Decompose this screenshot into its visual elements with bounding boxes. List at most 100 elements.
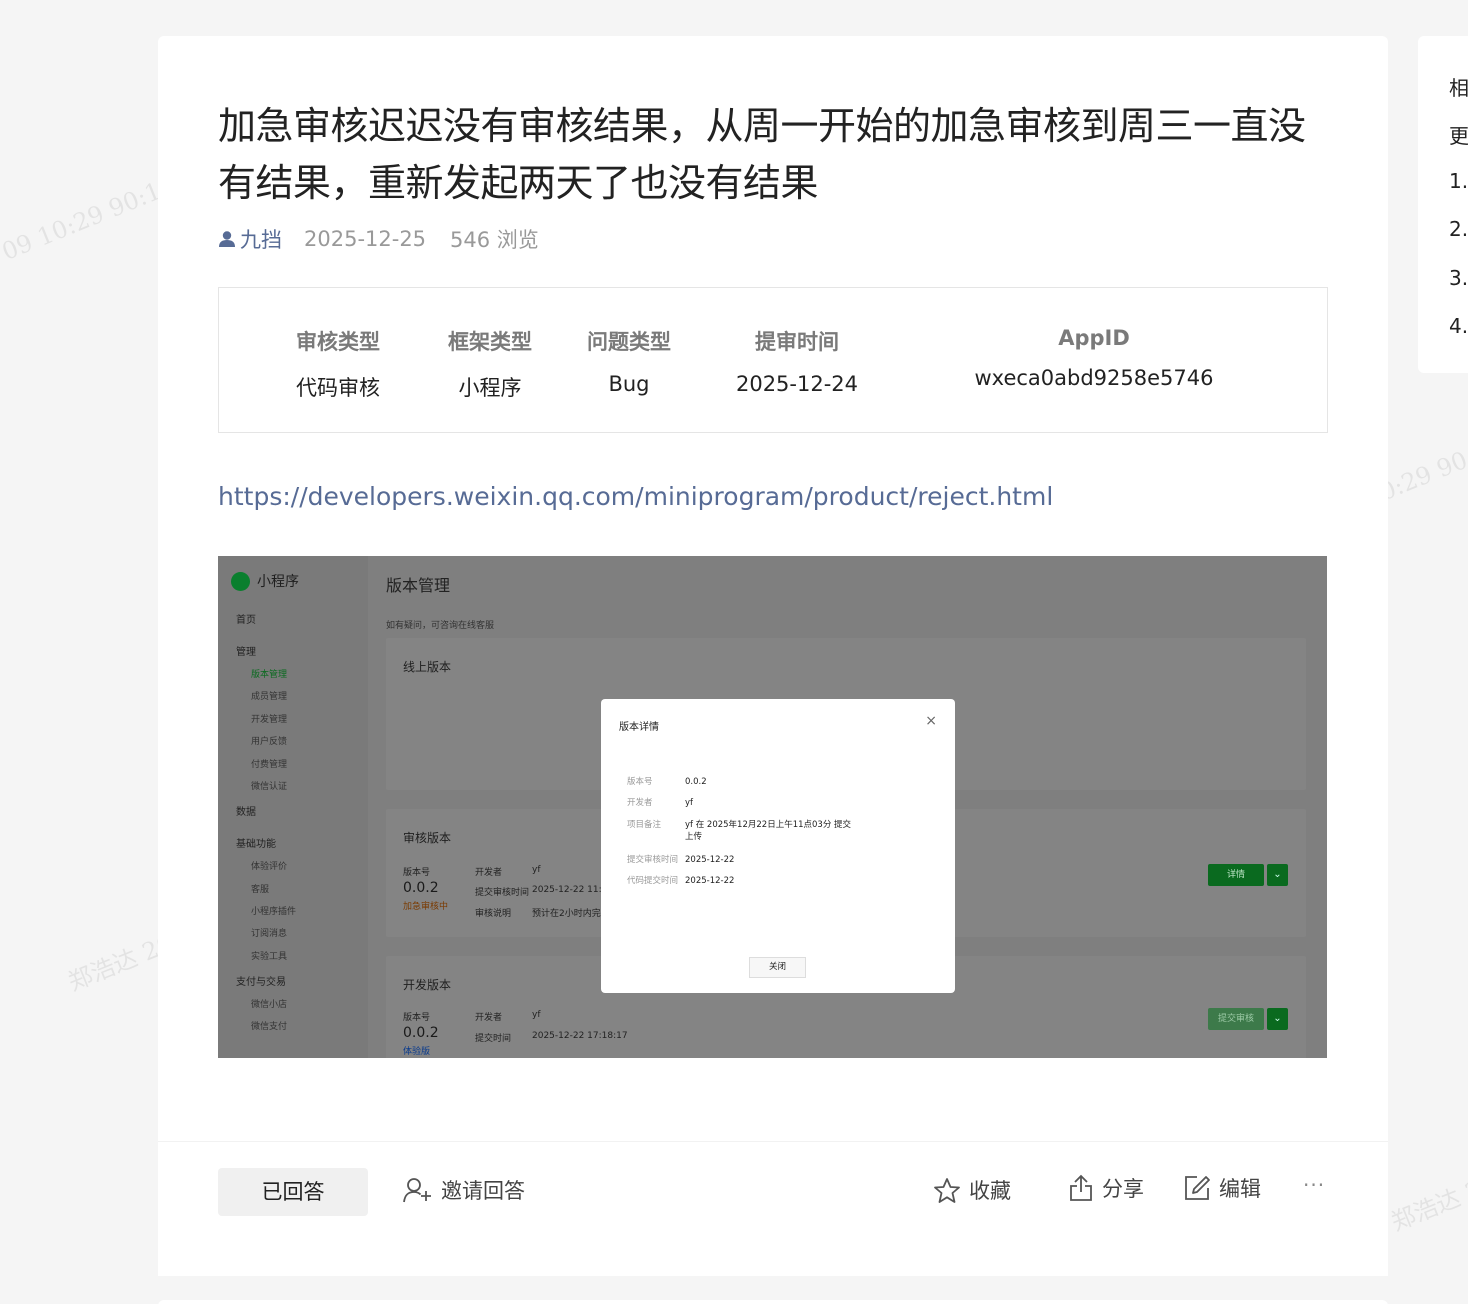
review-label: 审核说明 — [475, 909, 512, 919]
favorite-button[interactable]: 收藏 — [933, 1175, 1011, 1205]
author-name: 九挡 — [240, 228, 282, 252]
panel-title: 线上版本 — [403, 660, 452, 674]
nav-wechat-pay: 微信支付 — [251, 1022, 288, 1032]
view-count: 546 浏览 — [450, 228, 539, 252]
dialog-row: 项目备注 yf 在 2025年12月22日上午11点03分 提交上传 — [627, 820, 852, 842]
info-value: 2025-12-24 — [735, 372, 859, 396]
version-label: 版本号 — [403, 868, 431, 878]
info-value: 小程序 — [458, 376, 522, 400]
miniprogram-logo-icon — [231, 571, 250, 591]
dialog-title: 版本详情 — [619, 722, 659, 733]
info-col-framework: 框架类型 小程序 — [425, 326, 555, 402]
info-col-appid: AppID wxeca0abd9258e5746 — [939, 326, 1249, 390]
submit-review-button: 提交审核 — [1208, 1008, 1264, 1030]
nav-experience-eval: 体验评价 — [251, 862, 288, 872]
version-label: 版本号 — [403, 1013, 431, 1023]
version-detail-dialog: 版本详情 × 版本号 0.0.2 开发者 yf 项目备注 yf 在 2025年12月2… — [601, 699, 955, 993]
screenshot-page-title: 版本管理 — [386, 576, 451, 595]
nav-dev-manage: 开发管理 — [251, 715, 288, 725]
nav-home: 首页 — [236, 615, 256, 626]
chevron-down-icon: ⌄ — [1267, 1008, 1288, 1030]
related-heading: 相 — [1449, 76, 1468, 100]
version-number: 0.0.2 — [403, 1025, 439, 1041]
panel-title: 开发版本 — [403, 978, 452, 992]
add-user-icon — [403, 1178, 431, 1203]
dialog-row: 代码提交时间 2025-12-22 — [627, 876, 735, 886]
panel-title: 审核版本 — [403, 831, 452, 845]
status-badge: 加急审核中 — [403, 902, 449, 912]
info-value: 代码审核 — [296, 376, 380, 400]
nav-pay-trade: 支付与交易 — [236, 977, 286, 988]
nav-subscribe: 订阅消息 — [251, 929, 288, 939]
detail-button: 详情 — [1208, 864, 1264, 886]
nav-wechat-verify: 微信认证 — [251, 782, 288, 792]
status-badge: 体验版 — [403, 1047, 431, 1057]
attached-screenshot[interactable]: 小程序 首页 管理 版本管理 成员管理 开发管理 用户反馈 付费管理 微信认证 … — [218, 556, 1327, 1058]
dialog-row: 开发者 yf — [627, 798, 694, 808]
edit-label: 编辑 — [1219, 1177, 1261, 1201]
nav-basic: 基础功能 — [236, 839, 276, 850]
dialog-row: 提交审核时间 2025-12-22 — [627, 855, 735, 865]
info-value: Bug — [608, 372, 650, 396]
related-card: 相 更 1. 2. 3. 4. — [1418, 36, 1468, 373]
info-col-submit-time: 提审时间 2025-12-24 — [717, 326, 877, 396]
share-button[interactable]: 分享 — [1068, 1173, 1144, 1203]
related-more[interactable]: 更 — [1449, 120, 1468, 149]
share-label: 分享 — [1102, 1177, 1144, 1201]
nav-version-manage: 版本管理 — [251, 670, 288, 680]
info-header: 提审时间 — [755, 330, 839, 354]
invite-answer-button[interactable]: 邀请回答 — [403, 1175, 525, 1205]
dev-label: 开发者 — [475, 1013, 503, 1023]
question-card: 加急审核迟迟没有审核结果，从周一开始的加急审核到周三一直没有结果，重新发起两天了… — [158, 36, 1388, 1276]
nav-manage: 管理 — [236, 647, 256, 658]
author-link[interactable]: 九挡 — [218, 224, 282, 254]
nav-payment-manage: 付费管理 — [251, 760, 288, 770]
related-item[interactable]: 2. — [1449, 217, 1468, 241]
review-note: 预计在2小时内完成 — [532, 909, 610, 919]
invite-label: 邀请回答 — [441, 1179, 525, 1203]
info-header: AppID — [1058, 326, 1130, 350]
nav-wechat-shop: 微信小店 — [251, 1000, 288, 1010]
favorite-label: 收藏 — [969, 1179, 1011, 1203]
more-icon[interactable]: ··· — [1303, 1173, 1325, 1197]
related-item[interactable]: 1. — [1449, 169, 1468, 193]
answered-button[interactable]: 已回答 — [218, 1168, 368, 1216]
submit-label: 提交审核时间 — [475, 888, 530, 898]
user-icon — [219, 231, 235, 247]
edit-button[interactable]: 编辑 — [1183, 1173, 1261, 1203]
info-col-issue-type: 问题类型 Bug — [569, 326, 689, 396]
info-header: 问题类型 — [587, 330, 671, 354]
nav-experiment: 实验工具 — [251, 952, 288, 962]
edit-icon — [1185, 1176, 1210, 1200]
related-item[interactable]: 3. — [1449, 266, 1468, 290]
submit-time: 2025-12-22 17:18:17 — [532, 1031, 628, 1041]
question-meta: 九挡 2025-12-25 546 浏览 — [218, 224, 539, 254]
dev-label: 开发者 — [475, 868, 503, 878]
info-header: 框架类型 — [448, 330, 532, 354]
screenshot-sidebar: 小程序 首页 管理 版本管理 成员管理 开发管理 用户反馈 付费管理 微信认证 … — [218, 556, 368, 1058]
nav-plugin: 小程序插件 — [251, 907, 297, 917]
dev-value: yf — [532, 865, 541, 875]
nav-user-feedback: 用户反馈 — [251, 737, 288, 747]
info-header: 审核类型 — [296, 330, 380, 354]
share-icon — [1070, 1174, 1092, 1201]
miniprogram-logo: 小程序 — [231, 571, 299, 591]
close-icon: × — [925, 713, 937, 729]
nav-member-manage: 成员管理 — [251, 692, 288, 702]
question-title: 加急审核迟迟没有审核结果，从周一开始的加急审核到周三一直没有结果，重新发起两天了… — [218, 104, 1306, 205]
post-date: 2025-12-25 — [304, 227, 427, 251]
dialog-close-button: 关闭 — [749, 957, 806, 978]
watermark-text: 郑浩达 2 — [1387, 1175, 1468, 1237]
dialog-row: 版本号 0.0.2 — [627, 777, 707, 787]
version-number: 0.0.2 — [403, 880, 439, 896]
reject-doc-link[interactable]: https://developers.weixin.qq.com/minipro… — [218, 482, 1053, 511]
star-icon — [934, 1177, 960, 1203]
dev-value: yf — [532, 1010, 541, 1020]
chevron-down-icon: ⌄ — [1267, 864, 1288, 886]
question-info-table: 审核类型 代码审核 框架类型 小程序 问题类型 Bug 提审时间 2025-12… — [218, 287, 1328, 433]
nav-data: 数据 — [236, 807, 256, 818]
related-item[interactable]: 4. — [1449, 314, 1468, 338]
submit-label: 提交时间 — [475, 1034, 512, 1044]
screenshot-hint: 如有疑问，可咨询在线客服 — [386, 621, 495, 631]
next-card — [158, 1300, 1388, 1304]
